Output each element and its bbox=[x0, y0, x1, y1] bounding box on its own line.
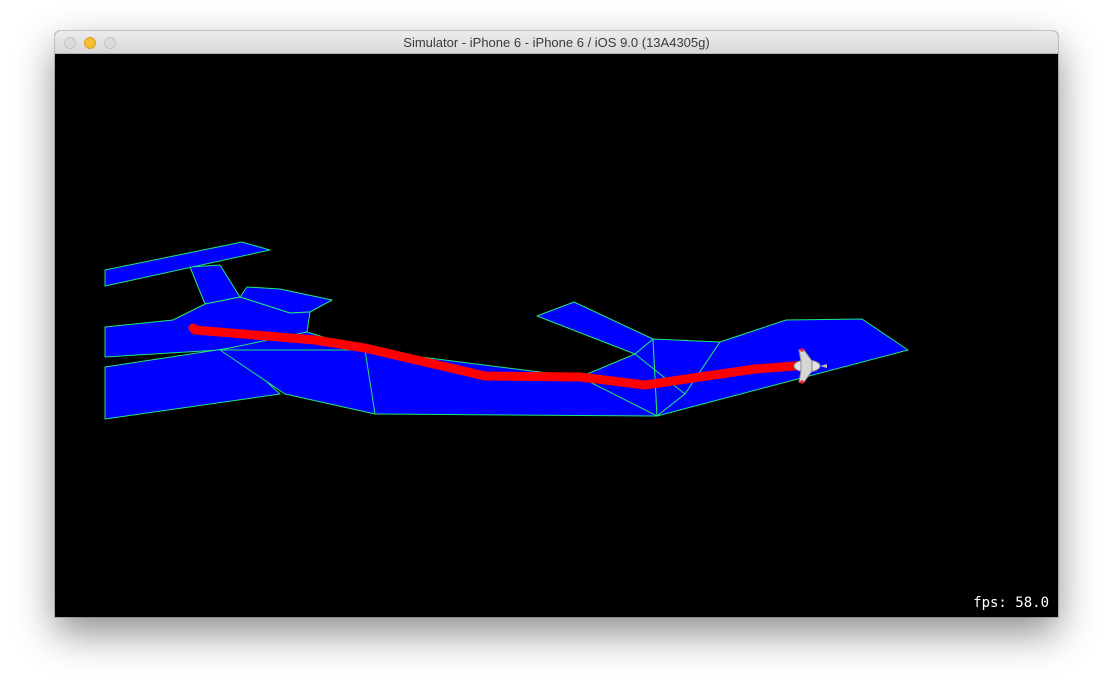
ship-light bbox=[800, 380, 804, 384]
navmesh-polygon bbox=[536, 301, 654, 355]
simulator-window: Simulator - iPhone 6 - iPhone 6 / iOS 9.… bbox=[55, 31, 1058, 617]
simulator-screen[interactable]: fps: 58.0 bbox=[55, 54, 1058, 617]
window-title: Simulator - iPhone 6 - iPhone 6 / iOS 9.… bbox=[403, 35, 710, 50]
ship-light bbox=[800, 348, 804, 352]
navmesh-polygon bbox=[104, 241, 271, 287]
fps-counter: fps: 58.0 bbox=[973, 595, 1049, 611]
game-scene[interactable] bbox=[55, 54, 1058, 617]
title-bar[interactable]: Simulator - iPhone 6 - iPhone 6 / iOS 9.… bbox=[55, 31, 1058, 54]
